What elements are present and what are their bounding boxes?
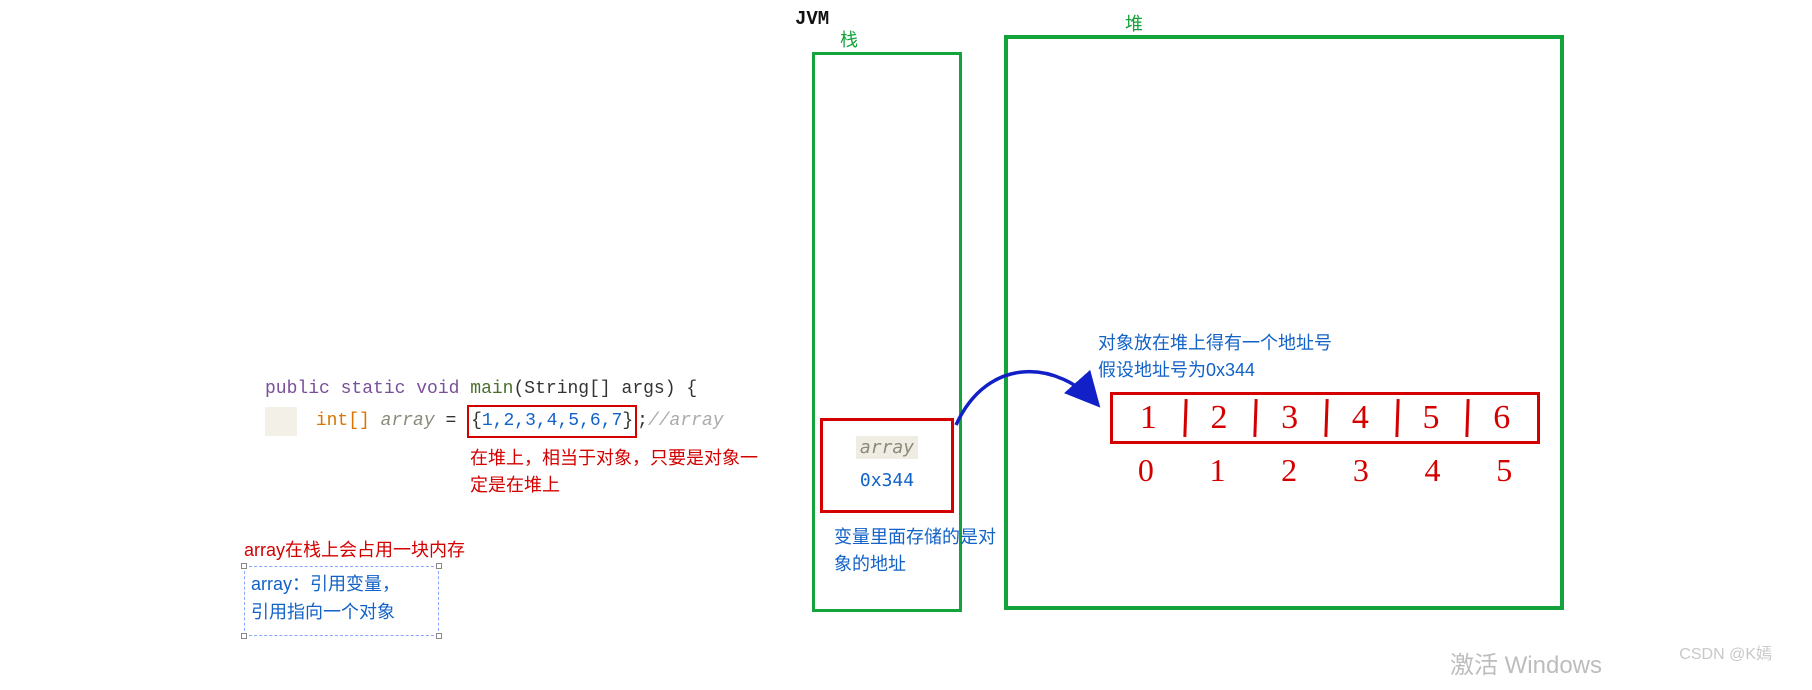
heap-index: 2 [1253,452,1325,489]
main-args: (String[] args) { [514,379,698,399]
stack-mem-title: array在栈上会占用一块内存 [244,536,465,562]
heap-cell: 5 [1396,395,1467,441]
handle-icon [436,563,442,569]
ref-note-l2: 引用指向一个对象 [251,602,395,622]
code-line-1: public static void main(String[] args) { [265,375,724,405]
stack-var-addr: 0x344 [823,470,951,491]
heap-note-l2: 定是在堆上 [470,475,560,495]
heap-cell: 4 [1325,395,1396,441]
heap-label: 堆 [1125,10,1143,36]
heap-cells: 1 2 3 4 5 6 [1110,392,1540,444]
ref-note-l1: array：引用变量， [251,574,400,594]
semi: ; [637,411,648,431]
heap-cell: 1 [1113,395,1184,441]
comment: //array [648,411,724,431]
stack-var-name: array [856,436,918,459]
handle-icon [241,563,247,569]
stack-label: 栈 [840,26,858,52]
code-line-2: int[] array = {1,2,3,4,5,6,7};//array [265,405,724,439]
code-block: public static void main(String[] args) {… [265,375,724,438]
pointer-arrow-icon [948,350,1118,470]
type-int-arr: int[] [316,411,370,431]
heap-addr-note-l1: 对象放在堆上得有一个地址号 [1098,333,1332,353]
kw-void: void [416,379,459,399]
lit-values: 1,2,3,4,5,6,7 [482,411,622,431]
watermark-csdn: CSDN @K嫣 [1679,640,1772,664]
eq: = [435,411,467,431]
lit-open: { [471,411,482,431]
heap-note-l1: 在堆上，相当于对象，只要是对象一 [470,448,758,468]
heap-cell: 2 [1184,395,1255,441]
heap-addr-note: 对象放在堆上得有一个地址号 假设地址号为0x344 [1098,330,1332,384]
heap-addr-note-l2: 假设地址号为0x344 [1098,360,1255,380]
kw-public: public [265,379,330,399]
stack-store-note-l2: 象的地址 [834,554,906,574]
var-array: array [381,411,435,431]
jvm-title: JVM [795,8,829,30]
heap-cell: 6 [1466,395,1537,441]
heap-index: 1 [1182,452,1254,489]
heap-index: 0 [1110,452,1182,489]
heap-cell: 3 [1254,395,1325,441]
func-main: main [470,379,513,399]
ref-variable-box: array：引用变量， 引用指向一个对象 [244,566,439,636]
heap-indices: 0 1 2 3 4 5 [1110,452,1540,489]
heap-index: 4 [1397,452,1469,489]
heap-index: 3 [1325,452,1397,489]
handle-icon [436,633,442,639]
array-literal-box: {1,2,3,4,5,6,7} [467,405,637,439]
heap-rect [1004,35,1564,610]
stack-store-note-l1: 变量里面存储的是对 [834,527,996,547]
gutter-icon [265,407,297,437]
stack-var-box: array 0x344 [820,418,954,513]
stack-store-note: 变量里面存储的是对 象的地址 [834,524,1014,578]
kw-static: static [341,379,406,399]
heap-index: 5 [1468,452,1540,489]
watermark-activate-windows: 激活 Windows [1450,645,1602,680]
heap-note: 在堆上，相当于对象，只要是对象一 定是在堆上 [470,445,770,499]
lit-close: } [622,411,633,431]
handle-icon [241,633,247,639]
